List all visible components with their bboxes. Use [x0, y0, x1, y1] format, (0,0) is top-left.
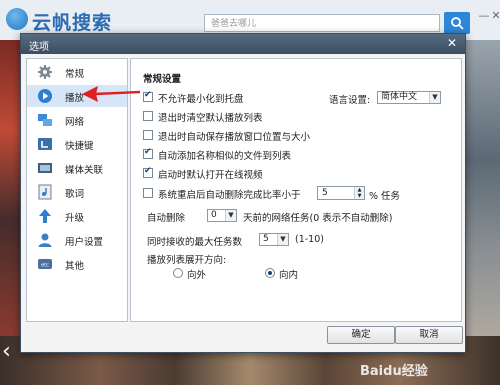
annotation-arrow-icon: [82, 86, 141, 102]
upgrade-icon: [39, 209, 51, 223]
search-icon: [451, 17, 464, 30]
sidebar-item-other[interactable]: etc 其他: [27, 253, 127, 275]
sidebar-item-label: 常规: [65, 69, 85, 80]
option-label: 退出时清空默认播放列表: [158, 113, 263, 124]
chevron-down-icon: ▼: [429, 92, 440, 103]
sidebar-item-label: 升级: [65, 213, 85, 224]
sidebar-item-shortcuts[interactable]: 快捷键: [27, 133, 127, 155]
sidebar-item-general[interactable]: 常规: [27, 61, 127, 83]
user-icon: [38, 233, 52, 247]
option-label: 不允许最小化到托盘: [158, 94, 244, 105]
ratio-suffix: % 任务: [369, 191, 401, 202]
watermark: Baidu经验: [360, 364, 428, 379]
svg-text:etc: etc: [41, 263, 49, 269]
sidebar-item-label: 媒体关联: [65, 165, 104, 176]
chevron-left-icon[interactable]: ‹: [2, 340, 20, 364]
close-button[interactable]: ✕: [445, 36, 459, 50]
checkbox[interactable]: [143, 166, 153, 178]
ratio-value: 5: [322, 188, 328, 198]
search-button[interactable]: [444, 12, 470, 34]
sidebar-item-label: 网络: [65, 117, 85, 128]
auto-delete-suffix: 天前的网络任务(0 表示不自动删除): [243, 213, 393, 224]
sidebar-item-label: 歌词: [65, 189, 85, 200]
lyrics-icon: [38, 184, 52, 200]
app-brand: 云帆搜索: [32, 12, 113, 34]
checkbox[interactable]: [143, 90, 153, 102]
sidebar-item-label: 其他: [65, 261, 85, 272]
language-label: 语言设置:: [329, 95, 371, 106]
cancel-button[interactable]: 取消: [395, 326, 463, 344]
checkbox[interactable]: [143, 188, 153, 198]
play-icon: [38, 89, 52, 103]
search-input[interactable]: 爸爸去哪儿: [204, 14, 440, 32]
app-logo-icon: [6, 8, 28, 30]
radio-inward[interactable]: [265, 268, 275, 278]
checkbox[interactable]: [143, 147, 153, 159]
sidebar-item-user-settings[interactable]: 用户设置: [27, 229, 127, 251]
shortcut-icon: [38, 138, 52, 150]
language-value: 简体中文: [381, 92, 418, 102]
ratio-stepper[interactable]: 5 ▲ ▼: [317, 186, 365, 200]
stepper-arrows-icon[interactable]: ▲ ▼: [354, 187, 364, 199]
sidebar-item-network[interactable]: 网络: [27, 109, 127, 131]
max-tasks-value: 5: [263, 234, 269, 244]
option-label: 退出时自动保存播放窗口位置与大小: [158, 132, 311, 143]
sidebar-item-label: 快捷键: [65, 141, 94, 152]
sidebar-item-label: 用户设置: [65, 237, 104, 248]
radio-outward-label: 向外: [187, 270, 207, 281]
radio-inward-label: 向内: [279, 270, 299, 281]
max-tasks-label: 同时接收的最大任务数: [147, 237, 243, 248]
radio-outward[interactable]: [173, 268, 183, 278]
sidebar-item-upgrade[interactable]: 升级: [27, 205, 127, 227]
chevron-down-icon: ▼: [277, 234, 288, 245]
max-tasks-select[interactable]: 5 ▼: [259, 233, 289, 246]
checkbox[interactable]: [143, 130, 153, 140]
close-app-button[interactable]: ✕: [488, 8, 500, 24]
auto-delete-days-select[interactable]: 0 ▼: [207, 209, 237, 222]
option-label: 启动时默认打开在线视频: [158, 170, 263, 181]
etc-icon: etc: [38, 259, 52, 269]
sidebar-item-media-association[interactable]: 媒体关联: [27, 157, 127, 179]
ok-button[interactable]: 确定: [327, 326, 395, 344]
section-title: 常规设置: [143, 74, 182, 85]
network-icon: [38, 114, 52, 126]
dialog-title: 选项: [29, 42, 49, 53]
playlist-direction-label: 播放列表展开方向:: [147, 255, 227, 266]
checkbox[interactable]: [143, 111, 153, 121]
chevron-down-icon: ▼: [225, 210, 236, 221]
media-association-icon: [38, 163, 52, 173]
days-value: 0: [211, 210, 217, 220]
auto-delete-label: 自动删除: [147, 213, 186, 224]
poster-image: [462, 40, 500, 340]
dialog-titlebar[interactable]: 选项 ✕: [21, 34, 465, 54]
options-dialog: 选项 ✕ 常规 播放 网络 快捷键 媒体关联 歌词 升级 用户设置 etc 其他…: [20, 33, 466, 353]
max-tasks-range: (1-10): [295, 234, 324, 245]
language-select[interactable]: 简体中文 ▼: [377, 91, 441, 104]
option-label: 自动添加名称相似的文件到列表: [158, 151, 292, 162]
option-label: 系统重启后自动删除完成比率小于: [158, 190, 301, 201]
gear-icon: [38, 65, 52, 79]
settings-panel: 常规设置 不允许最小化到托盘 语言设置: 简体中文 ▼ 退出时清空默认播放列表 …: [130, 58, 462, 322]
sidebar-item-lyrics[interactable]: 歌词: [27, 181, 127, 203]
poster-image: [0, 40, 22, 340]
